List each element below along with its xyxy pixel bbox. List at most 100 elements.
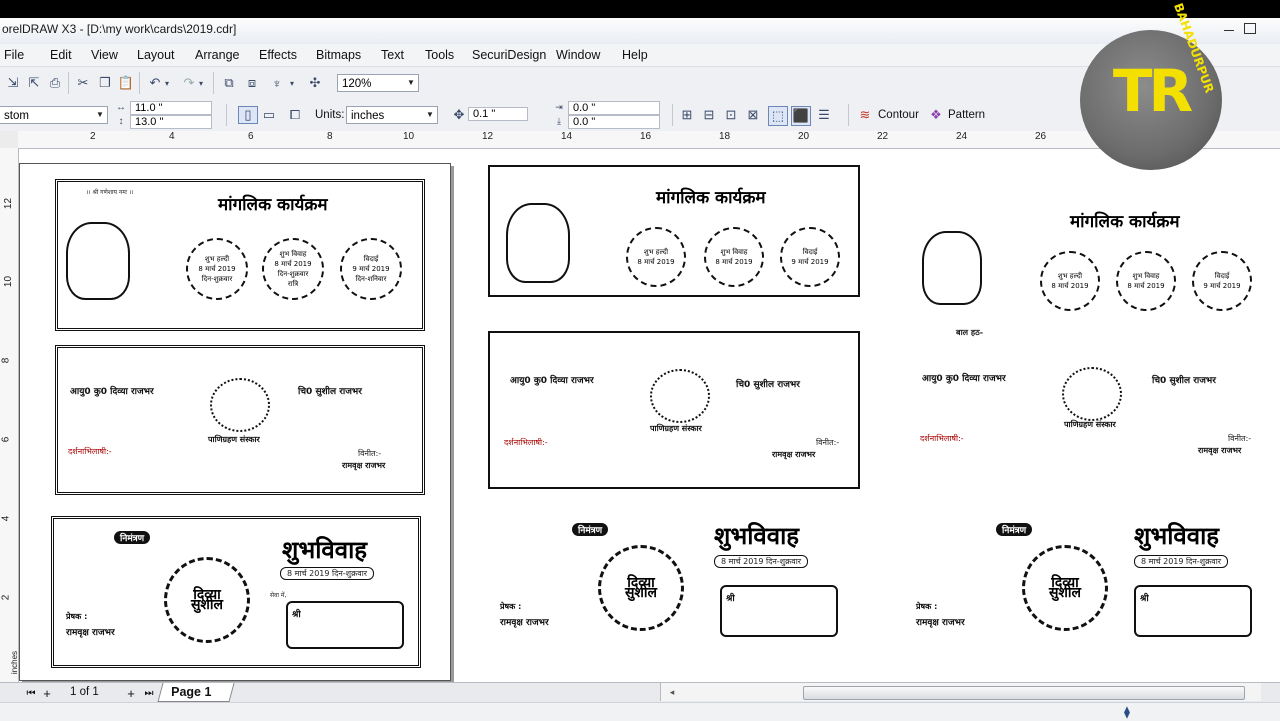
horizontal-scrollbar[interactable]: ◂ xyxy=(660,683,1261,701)
units-value: inches xyxy=(351,110,385,122)
menu-securidesign[interactable]: SecuriDesign xyxy=(472,48,546,62)
options-icon[interactable]: ☰ xyxy=(815,106,833,124)
zoom-combo[interactable]: 120% ▼ xyxy=(337,74,419,92)
card-name-left: आयु0 कु0 दिव्या राजभर xyxy=(70,387,154,397)
circle-text: शुभ हल्दी xyxy=(204,255,230,263)
redo-dropdown-icon[interactable]: ▾ xyxy=(196,74,206,92)
circle-text: 8 मार्च 2019 xyxy=(1051,282,1089,290)
menu-effects[interactable]: Effects xyxy=(259,48,297,62)
undo-dropdown-icon[interactable]: ▾ xyxy=(162,74,172,92)
cut-icon[interactable]: ✂ xyxy=(74,74,92,92)
sender-label: प्रेषक : xyxy=(66,612,88,621)
address-box: श्री xyxy=(286,601,404,649)
units-combo[interactable]: inches ▼ xyxy=(346,106,438,124)
menu-help[interactable]: Help xyxy=(622,48,648,62)
print-icon[interactable]: ⎙ xyxy=(46,74,64,92)
import-icon[interactable]: ⇲ xyxy=(4,74,22,92)
copy-icon[interactable]: ❐ xyxy=(96,74,114,92)
all-pages-icon[interactable]: ⧠ xyxy=(286,106,304,124)
minimize-icon[interactable] xyxy=(1224,23,1236,33)
duplicate-x-field[interactable]: 0.0 " xyxy=(568,101,660,115)
title-bar: orelDRAW X3 - [D:\my work\cards\2019.cdr… xyxy=(0,18,1280,45)
menu-bitmaps[interactable]: Bitmaps xyxy=(316,48,361,62)
card-shubh-vivah-3[interactable]: निमंत्रण शुभविवाह 8 मार्च 2019 दिन-शुक्र… xyxy=(912,509,1262,649)
page-preset-combo[interactable]: stom ▼ xyxy=(0,106,108,124)
page-height-field[interactable]: 13.0 " xyxy=(130,115,212,129)
toolbar-separator xyxy=(226,104,227,126)
snap-guidelines-icon[interactable]: ⊟ xyxy=(700,106,718,124)
card-details-2[interactable]: आयु0 कु0 दिव्या राजभर चि0 सुशील राजभर पा… xyxy=(488,331,860,489)
card-mangalik-1[interactable]: ।। श्री गणेशाय नमः ।। मांगलिक कार्यक्रम … xyxy=(55,179,425,331)
menu-arrange[interactable]: Arrange xyxy=(195,48,239,62)
drawing-canvas[interactable]: ।। श्री गणेशाय नमः ।। मांगलिक कार्यक्रम … xyxy=(19,149,1280,682)
logo-text: TR xyxy=(1112,57,1193,125)
duplicate-y-field[interactable]: 0.0 " xyxy=(568,115,660,129)
fill-bucket-icon[interactable]: ⧫ xyxy=(1118,703,1136,721)
ruler-tick: 22 xyxy=(877,131,889,142)
menu-layout[interactable]: Layout xyxy=(137,48,175,62)
restore-icon[interactable] xyxy=(1244,23,1256,34)
circle-text: विदाई xyxy=(1214,272,1230,280)
ruler-origin[interactable] xyxy=(0,131,19,149)
nudge-field[interactable]: 0.1 " xyxy=(468,107,528,121)
pattern-icon[interactable]: ❖ xyxy=(927,106,945,124)
last-page-icon[interactable]: ⏭ xyxy=(140,684,158,702)
chevron-down-icon[interactable]: ▼ xyxy=(423,107,437,123)
chevron-down-icon[interactable]: ▼ xyxy=(93,107,107,123)
menu-text[interactable]: Text xyxy=(381,48,404,62)
page-tab-label: Page 1 xyxy=(171,685,212,699)
paste-icon[interactable]: 📋 xyxy=(117,74,135,92)
add-page-after-icon[interactable]: + xyxy=(122,684,140,702)
circle-text: विदाई xyxy=(363,255,379,263)
card-shubh-vivah-2[interactable]: निमंत्रण शुभविवाह 8 मार्च 2019 दिन-शुक्र… xyxy=(488,509,856,649)
ruler-tick: 6 xyxy=(0,436,12,443)
card-mangalik-3[interactable]: मांगलिक कार्यक्रम शुभ हल्दी 8 मार्च 2019… xyxy=(912,189,1262,349)
page-width-field[interactable]: 11.0 " xyxy=(130,101,212,115)
vertical-ruler[interactable]: 12 10 8 6 4 2 inches xyxy=(0,148,19,682)
portrait-icon[interactable]: ▯ xyxy=(238,106,258,124)
card-darshan-text: दर्शनाभिलाषी:- xyxy=(68,447,112,456)
menu-view[interactable]: View xyxy=(91,48,118,62)
shubh-vivah-title: शुभविवाह xyxy=(282,536,368,564)
circle-text: शुभ विवाह xyxy=(279,250,307,258)
card-name-right: चि0 सुशील राजभर xyxy=(298,387,362,397)
select-icon[interactable]: ⬛ xyxy=(791,106,811,126)
add-page-before-icon[interactable]: + xyxy=(38,684,56,702)
landscape-icon[interactable]: ▭ xyxy=(260,106,278,124)
export-icon[interactable]: ⇱ xyxy=(25,74,43,92)
treat-as-filled-icon[interactable]: ⬚ xyxy=(768,106,788,126)
vidai-circle: विदाई 9 मार्च 2019 दिन-शनिवार xyxy=(340,238,402,300)
welcome-screen-icon[interactable]: ✣ xyxy=(306,74,324,92)
menu-edit[interactable]: Edit xyxy=(50,48,72,62)
ruler-tick: 6 xyxy=(248,131,254,142)
menu-file[interactable]: File xyxy=(4,48,24,62)
card-mangalik-2[interactable]: मांगलिक कार्यक्रम शुभ हल्दी 8 मार्च 2019… xyxy=(488,165,860,297)
ruler-tick: 10 xyxy=(403,131,415,142)
launcher-dropdown-icon[interactable]: ▾ xyxy=(287,74,297,92)
page-height-value: 13.0 " xyxy=(135,116,164,128)
snap-objects-icon[interactable]: ⊡ xyxy=(722,106,740,124)
menu-window[interactable]: Window xyxy=(556,48,600,62)
card-shubh-vivah-1[interactable]: निमंत्रण शुभविवाह 8 मार्च 2019 दिन-शुक्र… xyxy=(51,516,421,668)
scrollbar-thumb[interactable] xyxy=(803,686,1245,700)
snap-grid-icon[interactable]: ⊞ xyxy=(678,106,696,124)
application-launcher-icon[interactable]: ♆ xyxy=(268,74,286,92)
address-shri: श्री xyxy=(1140,594,1149,604)
chevron-down-icon[interactable]: ▼ xyxy=(404,75,418,91)
page-tab[interactable]: Page 1 xyxy=(157,683,235,702)
export-file-icon[interactable]: ⧈ xyxy=(243,74,261,92)
card-details-1[interactable]: आयु0 कु0 दिव्या राजभर चि0 सुशील राजभर पा… xyxy=(55,345,425,495)
card-name-left: आयु0 कु0 दिव्या राजभर xyxy=(922,374,1006,384)
contour-label[interactable]: Contour xyxy=(878,109,919,121)
dynamic-guides-icon[interactable]: ⊠ xyxy=(744,106,762,124)
scroll-left-icon[interactable]: ◂ xyxy=(663,683,681,701)
card-details-3[interactable]: आयु0 कु0 दिव्या राजभर चि0 सुशील राजभर पा… xyxy=(912,359,1262,499)
contour-icon[interactable]: ≋ xyxy=(856,106,874,124)
sewa-text: सेवा में, xyxy=(270,592,287,599)
menu-tools[interactable]: Tools xyxy=(425,48,454,62)
circle-text: 8 मार्च 2019 xyxy=(637,258,675,266)
import-file-icon[interactable]: ⧉ xyxy=(220,74,238,92)
sender-name: रामवृक्ष राजभर xyxy=(500,618,549,628)
ruler-tick: 12 xyxy=(3,197,15,210)
pattern-label[interactable]: Pattern xyxy=(948,109,985,121)
